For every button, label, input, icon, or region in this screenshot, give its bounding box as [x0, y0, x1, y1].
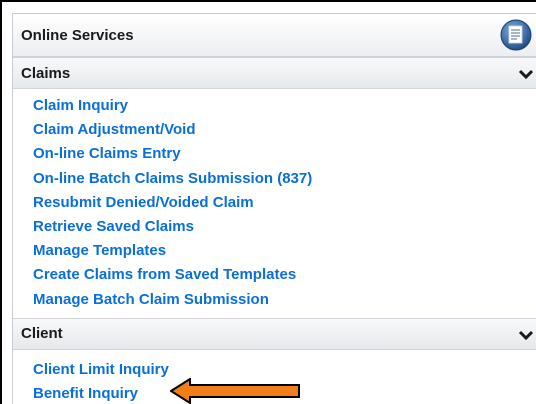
- online-claims-entry-link[interactable]: On-line Claims Entry: [33, 145, 181, 162]
- create-claims-from-saved-templates-link[interactable]: Create Claims from Saved Templates: [33, 266, 296, 283]
- manage-batch-claim-submission-link[interactable]: Manage Batch Claim Submission: [33, 291, 269, 308]
- list-item: On-line Batch Claims Submission (837): [33, 167, 536, 191]
- list-item: Claim Inquiry: [33, 94, 536, 118]
- claim-adjustment-void-link[interactable]: Claim Adjustment/Void: [33, 121, 196, 138]
- chevron-down-icon[interactable]: [518, 330, 534, 341]
- left-arrow-annotation-icon: [170, 378, 300, 404]
- claim-inquiry-link[interactable]: Claim Inquiry: [33, 97, 128, 114]
- list-item: Manage Templates: [33, 239, 536, 263]
- document-icon[interactable]: [499, 18, 533, 52]
- online-services-panel: Online Services Claims Claim Inquiry Cla…: [12, 13, 536, 404]
- online-batch-claims-submission-link[interactable]: On-line Batch Claims Submission (837): [33, 170, 312, 187]
- list-item: Claim Adjustment/Void: [33, 118, 536, 142]
- panel-title: Online Services: [21, 26, 134, 44]
- section-header-claims[interactable]: Claims: [13, 57, 536, 89]
- section-title-client: Client: [21, 325, 63, 343]
- list-item: Retrieve Saved Claims: [33, 215, 536, 239]
- list-item: Resubmit Denied/Voided Claim: [33, 191, 536, 215]
- manage-templates-link[interactable]: Manage Templates: [33, 242, 166, 259]
- list-item: Create Claims from Saved Templates: [33, 263, 536, 287]
- list-item: On-line Claims Entry: [33, 142, 536, 166]
- panel-header: Online Services: [13, 14, 536, 57]
- resubmit-denied-voided-claim-link[interactable]: Resubmit Denied/Voided Claim: [33, 194, 254, 211]
- chevron-down-icon[interactable]: [518, 69, 534, 80]
- benefit-inquiry-link[interactable]: Benefit Inquiry: [33, 385, 138, 402]
- section-title-claims: Claims: [21, 64, 71, 82]
- claims-link-list: Claim Inquiry Claim Adjustment/Void On-l…: [13, 89, 536, 318]
- retrieve-saved-claims-link[interactable]: Retrieve Saved Claims: [33, 218, 194, 235]
- section-header-client[interactable]: Client: [13, 317, 536, 350]
- list-item: Manage Batch Claim Submission: [33, 288, 536, 312]
- client-limit-inquiry-link[interactable]: Client Limit Inquiry: [33, 361, 169, 378]
